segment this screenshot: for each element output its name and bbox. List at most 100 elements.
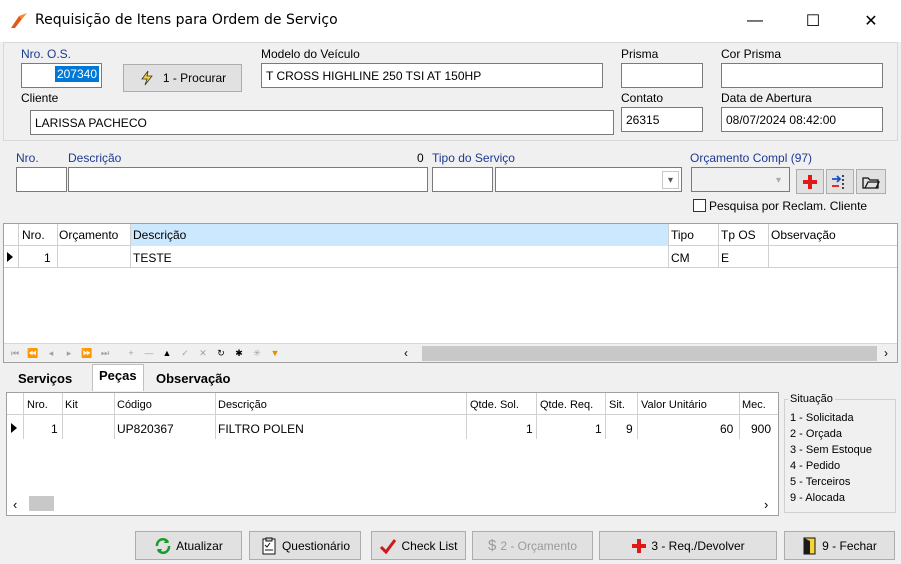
col-codigo[interactable]: Código <box>117 399 152 411</box>
situacao-item: 1 - Solicitada <box>790 412 854 424</box>
transfer-button[interactable] <box>826 169 854 194</box>
tab-observacao[interactable]: Observação <box>150 368 236 390</box>
transfer-icon <box>832 174 844 189</box>
fechar-button[interactable]: 9 - Fechar <box>784 531 895 560</box>
table-row[interactable]: 1 UP820367 FILTRO POLEN 1 1 9 60 900 <box>7 417 778 439</box>
close-button[interactable]: ✕ <box>848 6 894 36</box>
col-mec[interactable]: Mec. <box>742 399 766 411</box>
row-pointer-icon <box>7 252 13 262</box>
reclam-checkbox[interactable] <box>693 199 706 212</box>
checkmark-icon <box>380 538 397 554</box>
horizontal-scrollbar[interactable] <box>29 496 54 511</box>
goto-bookmark-icon[interactable]: ✳ <box>248 344 266 362</box>
scroll-right-icon[interactable]: › <box>884 346 888 360</box>
cell-tp-os: E <box>721 251 730 265</box>
col-qtde-req[interactable]: Qtde. Req. <box>540 399 593 411</box>
cor-prisma-field[interactable] <box>721 63 883 88</box>
app-icon <box>11 13 27 28</box>
nro-filter-field[interactable] <box>16 167 67 192</box>
services-grid[interactable]: Nro. Orçamento Descrição Tipo Tp OS Obse… <box>3 223 898 363</box>
next-page-icon[interactable]: ⏩ <box>78 344 96 362</box>
insert-icon[interactable]: + <box>122 344 140 362</box>
clipboard-icon <box>262 537 276 554</box>
cancel-icon[interactable]: ✕ <box>194 344 212 362</box>
req-devolver-button[interactable]: 3 - Req./Devolver <box>599 531 777 560</box>
table-row[interactable]: 1 TESTE CM E <box>4 246 897 268</box>
filter-icon[interactable]: ▼ <box>266 344 284 362</box>
col-observacao[interactable]: Observação <box>771 228 836 242</box>
col-valor[interactable]: Valor Unitário <box>641 399 707 411</box>
tab-pecas[interactable]: Peças <box>92 364 144 391</box>
cell-nro: 1 <box>51 422 58 436</box>
col-tipo[interactable]: Tipo <box>671 228 694 242</box>
modelo-field[interactable]: T CROSS HIGHLINE 250 TSI AT 150HP <box>261 63 603 88</box>
minimize-button[interactable]: — <box>732 6 778 36</box>
open-folder-button[interactable] <box>856 169 886 194</box>
situacao-title: Situação <box>788 393 835 405</box>
post-icon[interactable]: ✓ <box>176 344 194 362</box>
data-abertura-field[interactable]: 08/07/2024 08:42:00 <box>721 107 883 132</box>
prisma-label: Prisma <box>621 47 659 61</box>
modelo-label: Modelo do Veículo <box>261 47 360 61</box>
delete-icon[interactable]: — <box>140 344 158 362</box>
procurar-button[interactable]: 1 - Procurar <box>123 64 242 92</box>
req-devolver-label: 3 - Req./Devolver <box>651 538 745 553</box>
contato-field[interactable]: 26315 <box>621 107 703 132</box>
tipo-servico-code-field[interactable] <box>432 167 493 192</box>
last-record-icon[interactable]: ⏭ <box>96 344 114 362</box>
atualizar-button[interactable]: Atualizar <box>135 531 242 560</box>
scroll-left-icon[interactable]: ‹ <box>404 346 408 360</box>
red-cross-icon <box>632 538 647 553</box>
prisma-field[interactable] <box>621 63 703 88</box>
col-descricao[interactable]: Descrição <box>218 399 267 411</box>
client-area: Nro. O.S. 207340 1 - Procurar Modelo do … <box>0 42 901 564</box>
chevron-down-icon: ▾ <box>662 171 679 189</box>
orcamento-compl-select[interactable]: ▾ <box>691 167 790 192</box>
first-record-icon[interactable]: ⏮ <box>6 344 24 362</box>
descricao-count: 0 <box>417 151 424 165</box>
prior-page-icon[interactable]: ⏪ <box>24 344 42 362</box>
questionario-button[interactable]: Questionário <box>249 531 361 560</box>
reclam-label: Pesquisa por Reclam. Cliente <box>709 199 868 213</box>
horizontal-scrollbar[interactable] <box>422 346 877 361</box>
descricao-filter-field[interactable] <box>68 167 428 192</box>
scroll-right-icon[interactable]: › <box>764 497 768 512</box>
next-record-icon[interactable]: ▸ <box>60 344 78 362</box>
col-tp-os[interactable]: Tp OS <box>721 228 756 242</box>
edit-icon[interactable]: ▲ <box>158 344 176 362</box>
parts-grid[interactable]: Nro. Kit Código Descrição Qtde. Sol. Qtd… <box>6 392 779 516</box>
folder-icon <box>862 176 880 189</box>
col-qtde-sol[interactable]: Qtde. Sol. <box>470 399 519 411</box>
situacao-item: 9 - Alocada <box>790 492 846 504</box>
descricao-filter-label: Descrição <box>68 151 122 165</box>
header-highlight <box>130 224 668 246</box>
prior-record-icon[interactable]: ◂ <box>42 344 60 362</box>
situacao-item: 3 - Sem Estoque <box>790 444 872 456</box>
col-nro[interactable]: Nro. <box>27 399 48 411</box>
refresh-icon[interactable]: ↻ <box>212 344 230 362</box>
col-nro[interactable]: Nro. <box>22 228 45 242</box>
scroll-left-icon[interactable]: ‹ <box>13 497 17 512</box>
cell-descricao: TESTE <box>133 251 172 265</box>
checklist-button[interactable]: Check List <box>371 531 466 560</box>
bookmark-icon[interactable]: ✱ <box>230 344 248 362</box>
orcamento-button[interactable]: $ 2 - Orçamento <box>472 531 593 560</box>
data-abertura-label: Data de Abertura <box>721 91 812 105</box>
cliente-field[interactable]: LARISSA PACHECO <box>30 110 614 135</box>
maximize-button[interactable]: ☐ <box>790 6 836 36</box>
col-descricao[interactable]: Descrição <box>133 228 186 242</box>
tipo-servico-select[interactable]: ▾ <box>495 167 682 192</box>
tab-servicos[interactable]: Serviços <box>12 368 78 390</box>
add-button[interactable] <box>796 169 824 194</box>
navigator-bar: ⏮ ⏪ ◂ ▸ ⏩ ⏭ + — ▲ ✓ ✕ ↻ ✱ ✳ ▼ ‹ › <box>4 343 897 362</box>
questionario-label: Questionário <box>281 538 351 553</box>
orcamento-label: 2 - Orçamento <box>500 538 578 553</box>
os-field[interactable]: 207340 <box>21 63 102 88</box>
tipo-servico-label: Tipo do Serviço <box>432 151 515 165</box>
orcamento-compl-label: Orçamento Compl (97) <box>690 151 813 165</box>
col-kit[interactable]: Kit <box>65 399 78 411</box>
situacao-item: 4 - Pedido <box>790 460 841 472</box>
col-orcamento[interactable]: Orçamento <box>59 228 118 242</box>
dollar-icon: $ <box>487 537 497 554</box>
col-sit[interactable]: Sit. <box>609 399 625 411</box>
